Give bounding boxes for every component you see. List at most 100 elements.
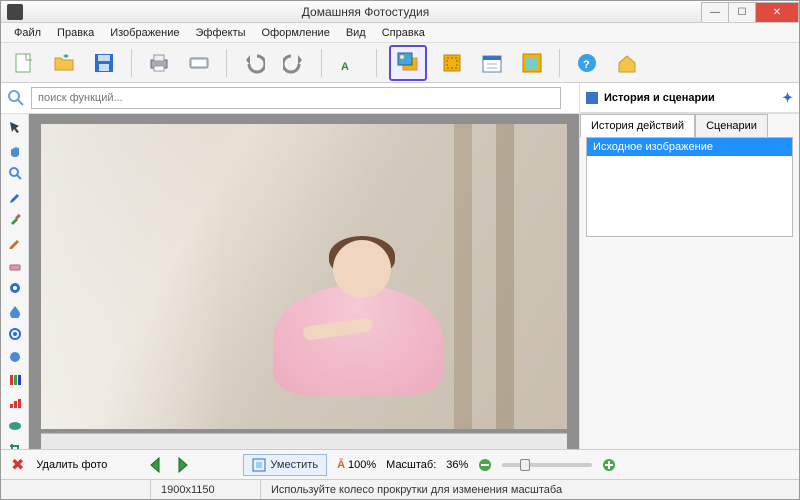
sharpen-tool[interactable] [6, 327, 24, 341]
bottom-bar: ✖ Удалить фото Уместить Ā 100% Масштаб: … [1, 449, 799, 479]
pencil-icon [8, 235, 22, 249]
right-panel-title: История и сценарии [604, 92, 715, 104]
history-list[interactable]: Исходное изображение [586, 137, 793, 237]
history-item[interactable]: Исходное изображение [587, 138, 792, 156]
home-button[interactable] [612, 48, 642, 78]
close-button[interactable]: ✕ [755, 2, 799, 22]
open-folder-icon [53, 52, 75, 74]
redo-icon [283, 52, 305, 74]
eraser-tool[interactable] [6, 258, 24, 272]
prev-button[interactable] [147, 456, 165, 474]
horizontal-scrollbar[interactable] [41, 433, 567, 449]
save-button[interactable] [89, 48, 119, 78]
tab-history[interactable]: История действий [580, 114, 695, 137]
delete-photo-button[interactable]: Удалить фото [36, 459, 107, 471]
fit-button[interactable]: Уместить [243, 454, 327, 476]
brush-icon [8, 212, 22, 226]
undo-button[interactable] [239, 48, 269, 78]
levels-tool[interactable] [6, 396, 24, 410]
channels-icon [8, 373, 22, 387]
left-toolbox [1, 114, 29, 449]
menu-design[interactable]: Оформление [255, 25, 337, 41]
frame-button[interactable] [517, 48, 547, 78]
status-hint: Используйте колесо прокрутки для изменен… [261, 480, 799, 499]
panel-expand-button[interactable]: ✦ [782, 90, 793, 106]
new-doc-button[interactable] [9, 48, 39, 78]
zoom-tool[interactable] [6, 166, 24, 180]
app-icon [7, 4, 23, 20]
title-bar: Домашняя Фотостудия — ☐ ✕ [1, 1, 799, 23]
print-icon [148, 52, 170, 74]
menu-help[interactable]: Справка [375, 25, 432, 41]
crop-button[interactable] [437, 48, 467, 78]
save-icon [93, 52, 115, 74]
channels-tool[interactable] [6, 373, 24, 387]
levels-icon [8, 396, 22, 410]
right-panel: История действий Сценарии Исходное изобр… [579, 114, 799, 449]
panel-icon [586, 92, 598, 104]
zoom-out-button[interactable] [478, 458, 492, 472]
undo-icon [243, 52, 265, 74]
frame-icon [521, 52, 543, 74]
menu-view[interactable]: Вид [339, 25, 373, 41]
scan-icon [188, 52, 210, 74]
status-dimensions: 1900x1150 [151, 480, 261, 499]
heal-icon [8, 419, 22, 433]
eyedropper-icon [8, 189, 22, 203]
brush-tool[interactable] [6, 212, 24, 226]
menu-image[interactable]: Изображение [103, 25, 186, 41]
crop-icon [441, 52, 463, 74]
main-toolbar: A ? [1, 43, 799, 83]
sharpen-icon [8, 327, 22, 341]
calendar-button[interactable] [477, 48, 507, 78]
print-button[interactable] [144, 48, 174, 78]
scan-button[interactable] [184, 48, 214, 78]
eyedropper-tool[interactable] [6, 189, 24, 203]
status-bar: 1900x1150 Используйте колесо прокрутки д… [1, 479, 799, 499]
layers-icon [395, 50, 421, 76]
heal-tool[interactable] [6, 419, 24, 433]
help-icon: ? [576, 52, 598, 74]
blur-icon [8, 304, 22, 318]
zoom-a-icon: Ā [337, 459, 345, 471]
search-input[interactable] [31, 87, 561, 109]
scale-label: Масштаб: [386, 459, 436, 471]
open-button[interactable] [49, 48, 79, 78]
hand-icon [8, 143, 22, 157]
search-icon [7, 89, 25, 107]
zoom-icon [8, 166, 22, 180]
photo-subject [293, 240, 443, 410]
help-button[interactable]: ? [572, 48, 602, 78]
pointer-tool[interactable] [6, 120, 24, 134]
delete-icon: ✖ [11, 455, 24, 475]
blur-tool[interactable] [6, 304, 24, 318]
redo-button[interactable] [279, 48, 309, 78]
menu-effects[interactable]: Эффекты [189, 25, 253, 41]
eraser-icon [8, 258, 22, 272]
pointer-icon [8, 120, 22, 134]
canvas-area [29, 114, 579, 449]
zoom-slider[interactable] [502, 463, 592, 467]
dodge-tool[interactable] [6, 350, 24, 364]
layers-button[interactable] [389, 45, 427, 81]
hand-tool[interactable] [6, 143, 24, 157]
image-canvas[interactable] [41, 124, 567, 429]
menu-file[interactable]: Файл [7, 25, 48, 41]
fit-icon [252, 458, 266, 472]
zoom-in-button[interactable] [602, 458, 616, 472]
menu-edit[interactable]: Правка [50, 25, 101, 41]
svg-text:?: ? [583, 59, 590, 71]
clone-tool[interactable] [6, 281, 24, 295]
maximize-button[interactable]: ☐ [728, 2, 756, 22]
svg-text:A: A [341, 61, 349, 73]
dodge-icon [8, 350, 22, 364]
pencil-tool[interactable] [6, 235, 24, 249]
tab-scenarios[interactable]: Сценарии [695, 114, 768, 137]
next-button[interactable] [175, 456, 193, 474]
new-doc-icon [13, 52, 35, 74]
window-title: Домашняя Фотостудия [29, 5, 702, 19]
menu-bar: Файл Правка Изображение Эффекты Оформлен… [1, 23, 799, 43]
minimize-button[interactable]: — [701, 2, 729, 22]
zoom-100-button[interactable]: Ā 100% [337, 459, 376, 471]
text-button[interactable]: A [334, 48, 364, 78]
